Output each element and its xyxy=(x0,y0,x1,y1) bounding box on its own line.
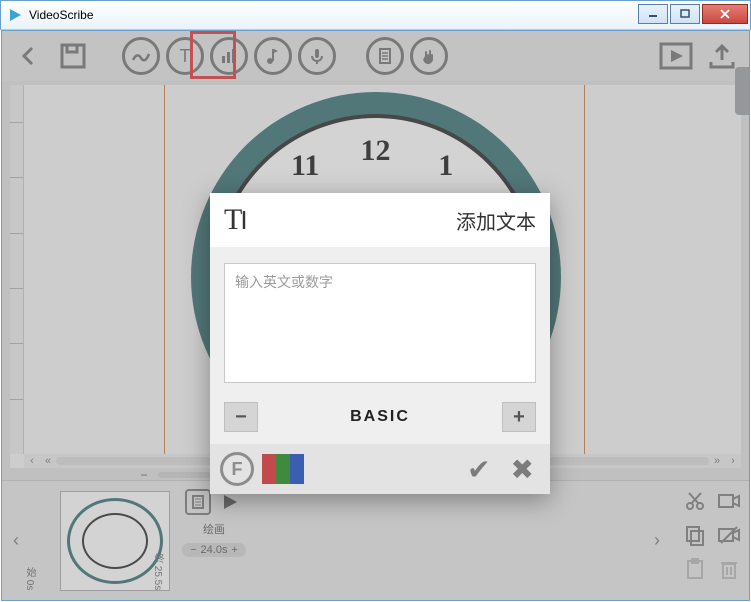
svg-text:T: T xyxy=(180,46,191,66)
timeline-actions xyxy=(681,487,743,583)
add-text-dialog: TI 添加文本 − BASIC + F ✔ ✖ xyxy=(210,193,550,494)
cut-button[interactable] xyxy=(681,487,709,515)
add-voiceover-button[interactable] xyxy=(298,37,336,75)
main-toolbar: T xyxy=(2,31,749,81)
back-button[interactable] xyxy=(10,37,48,75)
scroll-right-icon[interactable]: › xyxy=(725,455,741,467)
window-title: VideoScribe xyxy=(29,8,94,22)
delete-button[interactable] xyxy=(715,555,743,583)
clock-number: 11 xyxy=(291,149,319,183)
window-minimize-button[interactable] xyxy=(638,4,668,24)
clock-number: 1 xyxy=(438,149,453,183)
save-button[interactable] xyxy=(54,37,92,75)
zoom-out-button[interactable]: − xyxy=(136,468,152,482)
window-close-button[interactable] xyxy=(702,4,748,24)
font-options-button[interactable]: F xyxy=(220,452,254,486)
page-button[interactable] xyxy=(366,37,404,75)
timeline-next-button[interactable]: › xyxy=(643,481,671,600)
text-icon: TI xyxy=(224,203,246,237)
app-icon xyxy=(7,7,23,23)
dialog-footer: F ✔ ✖ xyxy=(210,444,550,494)
element-properties: 绘画 − 24.0s + xyxy=(174,481,254,600)
duration-value: 24.0s xyxy=(201,544,228,556)
add-music-button[interactable] xyxy=(254,37,292,75)
paste-button[interactable] xyxy=(681,555,709,583)
dialog-title: 添加文本 xyxy=(456,206,536,235)
copy-button[interactable] xyxy=(681,521,709,549)
font-next-button[interactable]: + xyxy=(502,402,536,432)
text-input[interactable] xyxy=(224,263,536,383)
duration-plus-icon[interactable]: + xyxy=(231,544,237,556)
font-name-label: BASIC xyxy=(266,408,494,426)
confirm-button[interactable]: ✔ xyxy=(461,453,496,486)
side-drawer-handle[interactable] xyxy=(735,67,749,115)
timeline-panel: ‹ 始 0s 终 25.5s 绘画 − 24.0s + › xyxy=(2,480,749,600)
cancel-button[interactable]: ✖ xyxy=(505,453,540,486)
timeline-end-label: 终 25.5s xyxy=(150,553,165,590)
color-swatches[interactable] xyxy=(262,454,304,484)
duration-minus-icon[interactable]: − xyxy=(190,544,196,556)
font-prev-button[interactable]: − xyxy=(224,402,258,432)
scroll-left-fast-icon[interactable]: « xyxy=(40,455,56,467)
window-buttons xyxy=(638,5,750,25)
color-swatch-red[interactable] xyxy=(262,454,276,484)
camera-clear-button[interactable] xyxy=(715,521,743,549)
camera-set-button[interactable] xyxy=(715,487,743,515)
scroll-left-icon[interactable]: ‹ xyxy=(24,455,40,467)
window-titlebar: VideoScribe xyxy=(0,0,751,30)
clock-number: 12 xyxy=(361,134,391,168)
zoom-slider[interactable] xyxy=(158,472,218,478)
properties-button[interactable] xyxy=(185,489,211,515)
color-swatch-green[interactable] xyxy=(276,454,290,484)
timeline-start-label: 始 0s xyxy=(22,567,37,590)
window-maximize-button[interactable] xyxy=(670,4,700,24)
add-image-button[interactable] xyxy=(122,37,160,75)
duration-control[interactable]: − 24.0s + xyxy=(182,543,246,557)
add-text-button[interactable]: T xyxy=(166,37,204,75)
color-swatch-blue[interactable] xyxy=(290,454,304,484)
draw-mode-label: 绘画 xyxy=(203,521,225,537)
scroll-right-fast-icon[interactable]: » xyxy=(709,455,725,467)
hand-tool-button[interactable] xyxy=(410,37,448,75)
vertical-ruler xyxy=(10,85,24,454)
preview-button[interactable] xyxy=(655,37,697,75)
font-selector: − BASIC + xyxy=(224,402,536,432)
app-frame: T 12 1 2 11 ‹ « » xyxy=(1,30,750,601)
add-chart-button[interactable] xyxy=(210,37,248,75)
dialog-header: TI 添加文本 xyxy=(210,193,550,247)
